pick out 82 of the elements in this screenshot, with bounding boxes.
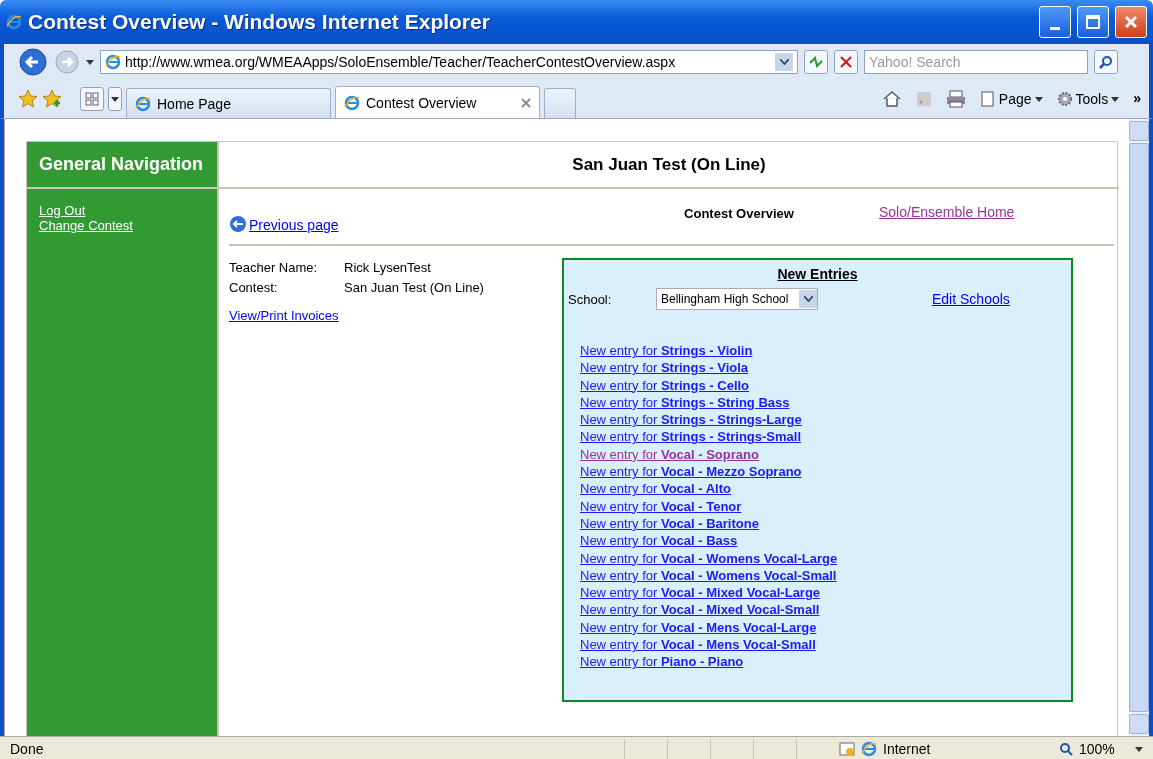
status-text: Done: [10, 741, 45, 757]
nav-header: General Navigation: [27, 142, 219, 189]
back-button[interactable]: [18, 47, 48, 77]
search-icon: [1099, 55, 1113, 69]
minimize-icon: [1050, 26, 1060, 30]
caret-icon[interactable]: [1135, 746, 1143, 752]
window-title: Contest Overview - Windows Internet Explorer: [28, 10, 491, 34]
new-entry-link[interactable]: New entry for Vocal - Mens Vocal-Small: [580, 636, 816, 654]
page-title: San Juan Test (On Line): [219, 142, 1119, 189]
caret-icon: [1034, 96, 1043, 102]
browser-logo-icon: [6, 14, 22, 30]
new-entry-link[interactable]: New entry for Strings - Viola: [580, 359, 749, 377]
page-icon: [105, 54, 121, 70]
new-entry-link[interactable]: New entry for Strings - Strings-Small: [580, 428, 802, 446]
chevron-down-icon: [803, 296, 813, 302]
new-entry-link[interactable]: New entry for Vocal - Mens Vocal-Large: [580, 618, 817, 637]
new-entry-link[interactable]: New entry for Piano - Piano: [580, 653, 744, 671]
close-icon: [840, 56, 852, 68]
close-icon: [1124, 15, 1138, 29]
feeds-icon: [915, 91, 932, 107]
maximize-button[interactable]: [1077, 6, 1109, 38]
grid-icon: [85, 92, 99, 106]
caret-icon: [111, 96, 119, 102]
home-icon[interactable]: [881, 90, 902, 108]
new-entry-link[interactable]: New entry for Strings - Violin: [580, 342, 753, 360]
browser-icon: [344, 94, 360, 111]
gear-icon: [1056, 91, 1073, 107]
panel-title: New Entries: [776, 266, 859, 282]
nav-link[interactable]: Change Contest: [39, 218, 133, 233]
close-tab-icon[interactable]: [521, 97, 531, 108]
page-menu[interactable]: Page: [979, 91, 1043, 107]
new-entry-link[interactable]: New entry for Vocal - Bass: [580, 532, 738, 550]
new-entry-link[interactable]: New entry for Vocal - Soprano: [580, 445, 759, 464]
new-entry-link[interactable]: New entry for Vocal - Womens Vocal-Small: [580, 566, 837, 585]
field-value: Rick LysenTest: [344, 259, 431, 277]
new-entry-link[interactable]: New entry for Vocal - Mezzo Soprano: [580, 463, 802, 481]
stop-button[interactable]: [834, 50, 858, 74]
maximize-icon: [1086, 15, 1100, 29]
new-entry-link[interactable]: New entry for Vocal - Mixed Vocal-Small: [580, 601, 820, 619]
field-label: Teacher Name:: [229, 259, 319, 277]
search-field[interactable]: Yahoo! Search: [864, 50, 1088, 74]
minimize-button[interactable]: [1039, 6, 1071, 38]
field-label: Contest:: [229, 279, 279, 297]
browser-tab[interactable]: Contest Overview: [335, 86, 540, 118]
refresh-button[interactable]: [804, 50, 828, 74]
new-entry-link[interactable]: New entry for Strings - Cello: [580, 376, 750, 394]
new-entry-link[interactable]: New entry for Vocal - Tenor: [580, 497, 742, 515]
section-heading: Contest Overview: [683, 206, 795, 223]
chevron-down-icon: [779, 59, 789, 65]
browser-tab[interactable]: Home Page: [126, 88, 331, 118]
new-entry-link[interactable]: New entry for Strings - String Bass: [580, 393, 790, 412]
invoices-link[interactable]: View/Print Invoices: [229, 308, 339, 323]
tools-menu[interactable]: Tools: [1056, 91, 1120, 107]
print-icon[interactable]: [945, 90, 966, 108]
nav-link[interactable]: Log Out: [39, 203, 86, 218]
caret-icon: [1111, 96, 1120, 102]
browser-icon: [135, 95, 151, 112]
zoom-icon: [1059, 742, 1073, 756]
zone-label: Internet: [883, 741, 932, 757]
protected-mode-icon: [839, 741, 855, 757]
new-entry-link[interactable]: New entry for Vocal - Mixed Vocal-Large: [580, 584, 821, 602]
school-label: School:: [568, 291, 613, 307]
new-entry-link[interactable]: New entry for Vocal - Womens Vocal-Large: [580, 549, 838, 567]
field-value: San Juan Test (On Line): [344, 279, 484, 297]
add-favorite-icon[interactable]: [42, 89, 62, 109]
page-icon: [979, 91, 996, 107]
close-button[interactable]: [1115, 6, 1147, 38]
zoom-level[interactable]: 100%: [1079, 741, 1129, 757]
home-link[interactable]: Solo/Ensemble Home: [879, 204, 1015, 233]
new-entry-link[interactable]: New entry for Strings - Strings-Large: [580, 411, 802, 429]
search-button[interactable]: [1094, 50, 1118, 74]
school-dropdown[interactable]: Bellingham High School: [656, 288, 818, 310]
scroll-thumb[interactable]: [1129, 143, 1149, 712]
more-tools-button[interactable]: »: [1133, 90, 1141, 106]
new-entry-link[interactable]: New entry for Vocal - Alto: [580, 480, 731, 498]
previous-page-link[interactable]: Previous page: [249, 217, 339, 233]
new-entry-link[interactable]: New entry for Vocal - Baritone: [580, 514, 759, 533]
edit-schools-link[interactable]: Edit Schools: [932, 291, 1010, 307]
tab-list-button[interactable]: [108, 87, 122, 111]
star-icon[interactable]: [18, 89, 38, 109]
address-field[interactable]: http://www.wmea.org/WMEAApps/SoloEnsemble/Teacher/TeacherContestOverview.aspx: [100, 50, 798, 74]
caret-icon[interactable]: [86, 59, 94, 65]
